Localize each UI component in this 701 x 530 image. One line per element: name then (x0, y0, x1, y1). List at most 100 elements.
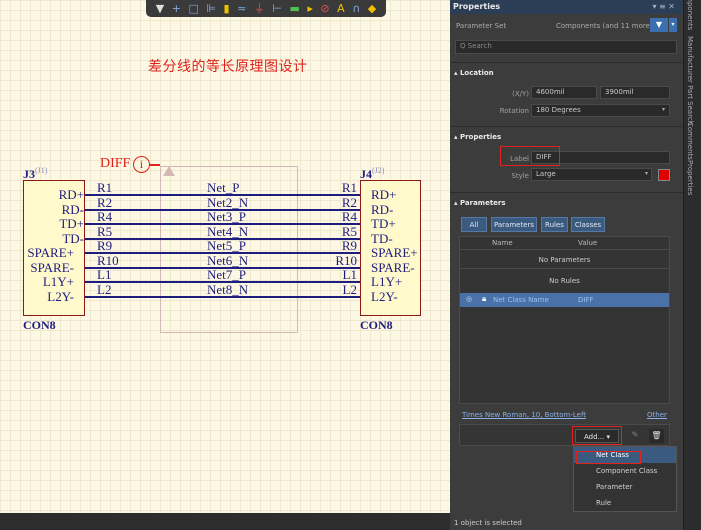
j3-pin-label: RD- (61, 201, 84, 217)
net-class-highlight (576, 451, 641, 464)
resistor-left-label[interactable]: L2 (97, 283, 111, 296)
resistor-right-label[interactable]: R9 (327, 239, 357, 252)
parameters-grid[interactable]: Name Value No Parameters No Rules ◎ 🔒︎ N… (459, 236, 670, 404)
rotation-label: Rotation (499, 107, 529, 115)
label-highlight (500, 146, 560, 166)
j4-pin-label: SPARE- (371, 259, 415, 275)
j3-pin-label: SPARE+ (27, 245, 74, 260)
location-heading[interactable]: ▴ Location (454, 69, 494, 77)
tab-all[interactable]: All (461, 217, 487, 232)
rotation-select[interactable]: 180 Degrees (531, 104, 670, 117)
parameters-heading[interactable]: ▴ Parameters (454, 199, 506, 207)
select-rect-icon[interactable]: □ (188, 0, 198, 17)
net-label[interactable]: Net7_P (207, 268, 246, 281)
tab-parameters[interactable]: Parameters (491, 217, 537, 232)
gnd-icon[interactable]: ⏚ (254, 0, 265, 17)
j3-comment: CON8 (23, 318, 56, 332)
j4-pin-label: SPARE+ (371, 245, 418, 260)
net-label[interactable]: Net6_N (207, 254, 248, 267)
net-label[interactable]: Net5_P (207, 239, 246, 252)
arc-icon[interactable]: ∩ (352, 0, 360, 17)
j4-pin-label: L1Y+ (371, 274, 403, 289)
schematic-toolbar: ▼ + □ ⊫ ▮ ≈ ⏚ ⊢ ▬ ▸ ⊘ A ∩ ◆ (146, 0, 386, 17)
menu-item-parameter[interactable]: Parameter (574, 479, 676, 495)
style-select[interactable]: Large (531, 168, 652, 181)
tag-icon[interactable]: ▮ (224, 0, 230, 17)
row-value: DIFF (578, 296, 594, 304)
resistor-right-label[interactable]: R4 (327, 210, 357, 223)
part-icon[interactable]: ▸ (307, 0, 313, 17)
resistor-right-label[interactable]: R5 (327, 225, 357, 238)
j3-pin-label: SPARE- (30, 259, 74, 275)
tab-classes[interactable]: Classes (571, 217, 605, 232)
directive-icon[interactable]: ⊘ (320, 0, 329, 17)
menu-item-rule[interactable]: Rule (574, 495, 676, 511)
color-swatch[interactable] (658, 169, 670, 181)
j4-pin-label: L2Y- (371, 288, 398, 304)
xy-label: (X/Y) (512, 90, 529, 98)
filter-icon[interactable]: ▼ (156, 0, 164, 17)
font-link[interactable]: Times New Roman, 10, Bottom-Left (462, 411, 586, 419)
style-label: Style (511, 172, 529, 180)
net-label[interactable]: Net3_P (207, 210, 246, 223)
other-link[interactable]: Other (647, 411, 667, 419)
net-label[interactable]: Net2_N (207, 196, 248, 209)
wire-icon[interactable]: ≈ (237, 0, 246, 17)
y-field[interactable]: 3900mil (600, 86, 670, 99)
side-tab-comments[interactable]: Comments (686, 122, 694, 160)
tab-rules[interactable]: Rules (541, 217, 568, 232)
text-icon[interactable]: A (337, 0, 345, 17)
lock-icon[interactable]: 🔒︎ (482, 294, 486, 304)
table-row[interactable]: ◎ 🔒︎ Net Class Name DIFF (460, 293, 669, 307)
style-chevron-icon: ▾ (645, 170, 649, 177)
resistor-left-label[interactable]: R1 (97, 181, 112, 194)
panel-title: Properties (453, 2, 501, 11)
edit-icon[interactable]: ✎ (626, 430, 644, 443)
status-text: 1 object is selected (454, 519, 522, 527)
resistor-right-label[interactable]: R1 (327, 181, 357, 194)
j4-comment: CON8 (360, 318, 393, 332)
side-tab-manufacturer[interactable]: Manufacturer Part Search (686, 36, 694, 125)
properties-heading[interactable]: ▴ Properties (454, 133, 501, 141)
side-tab-properties[interactable]: Properties (686, 160, 694, 195)
resistor-left-label[interactable]: R10 (97, 254, 119, 267)
j4-pin-label: RD+ (371, 187, 397, 202)
resistor-left-label[interactable]: R5 (97, 225, 112, 238)
resistor-left-label[interactable]: R4 (97, 210, 112, 223)
resistor-left-label[interactable]: L1 (97, 268, 111, 281)
j4-pin-label: RD- (371, 201, 394, 217)
column-name[interactable]: Name (492, 239, 513, 247)
align-icon[interactable]: ⊫ (206, 0, 216, 17)
resistor-left-label[interactable]: R9 (97, 239, 112, 252)
canvas-status-strip (0, 513, 450, 530)
resistor-right-label[interactable]: L1 (327, 268, 357, 281)
x-field[interactable]: 4600mil (531, 86, 597, 99)
j3-pin-label: TD+ (59, 216, 84, 231)
column-value[interactable]: Value (578, 239, 597, 247)
panel-controls-icon[interactable]: ▾ ≡ ✕ (652, 0, 675, 14)
resistor-left-label[interactable]: R2 (97, 196, 112, 209)
diff-directive-icon[interactable]: i (133, 156, 150, 173)
menu-item-component-class[interactable]: Component Class (574, 463, 676, 479)
search-input[interactable]: Q Search (455, 40, 677, 54)
port-icon[interactable]: ⊢ (272, 0, 282, 17)
filter-dropdown-icon[interactable]: ▾ (669, 18, 677, 32)
net-label[interactable]: Net8_N (207, 283, 248, 296)
visibility-icon[interactable]: ◎ (466, 295, 472, 303)
bus-icon[interactable]: ▬ (289, 0, 299, 17)
filter-button[interactable]: ▼ (650, 18, 668, 32)
no-rules-text: No Rules (549, 277, 580, 285)
parameter-set-value[interactable]: Components (and 11 more) (556, 22, 653, 30)
plus-icon[interactable]: + (172, 0, 181, 17)
net-label[interactable]: Net_P (207, 181, 240, 194)
resistor-right-label[interactable]: R2 (327, 196, 357, 209)
delete-icon[interactable]: 🗑︎ (649, 429, 664, 443)
net-label[interactable]: Net4_N (207, 225, 248, 238)
schematic-canvas[interactable]: ▼ + □ ⊫ ▮ ≈ ⏚ ⊢ ▬ ▸ ⊘ A ∩ ◆ 差分线的等长原理图设计 … (0, 0, 450, 530)
side-tab-components[interactable]: Components (686, 0, 694, 30)
j3-pin-label: TD- (62, 230, 84, 246)
more-icon[interactable]: ◆ (368, 0, 376, 17)
resistor-right-label[interactable]: L2 (327, 283, 357, 296)
diff-label[interactable]: DIFF (100, 156, 130, 172)
resistor-right-label[interactable]: R10 (327, 254, 357, 267)
